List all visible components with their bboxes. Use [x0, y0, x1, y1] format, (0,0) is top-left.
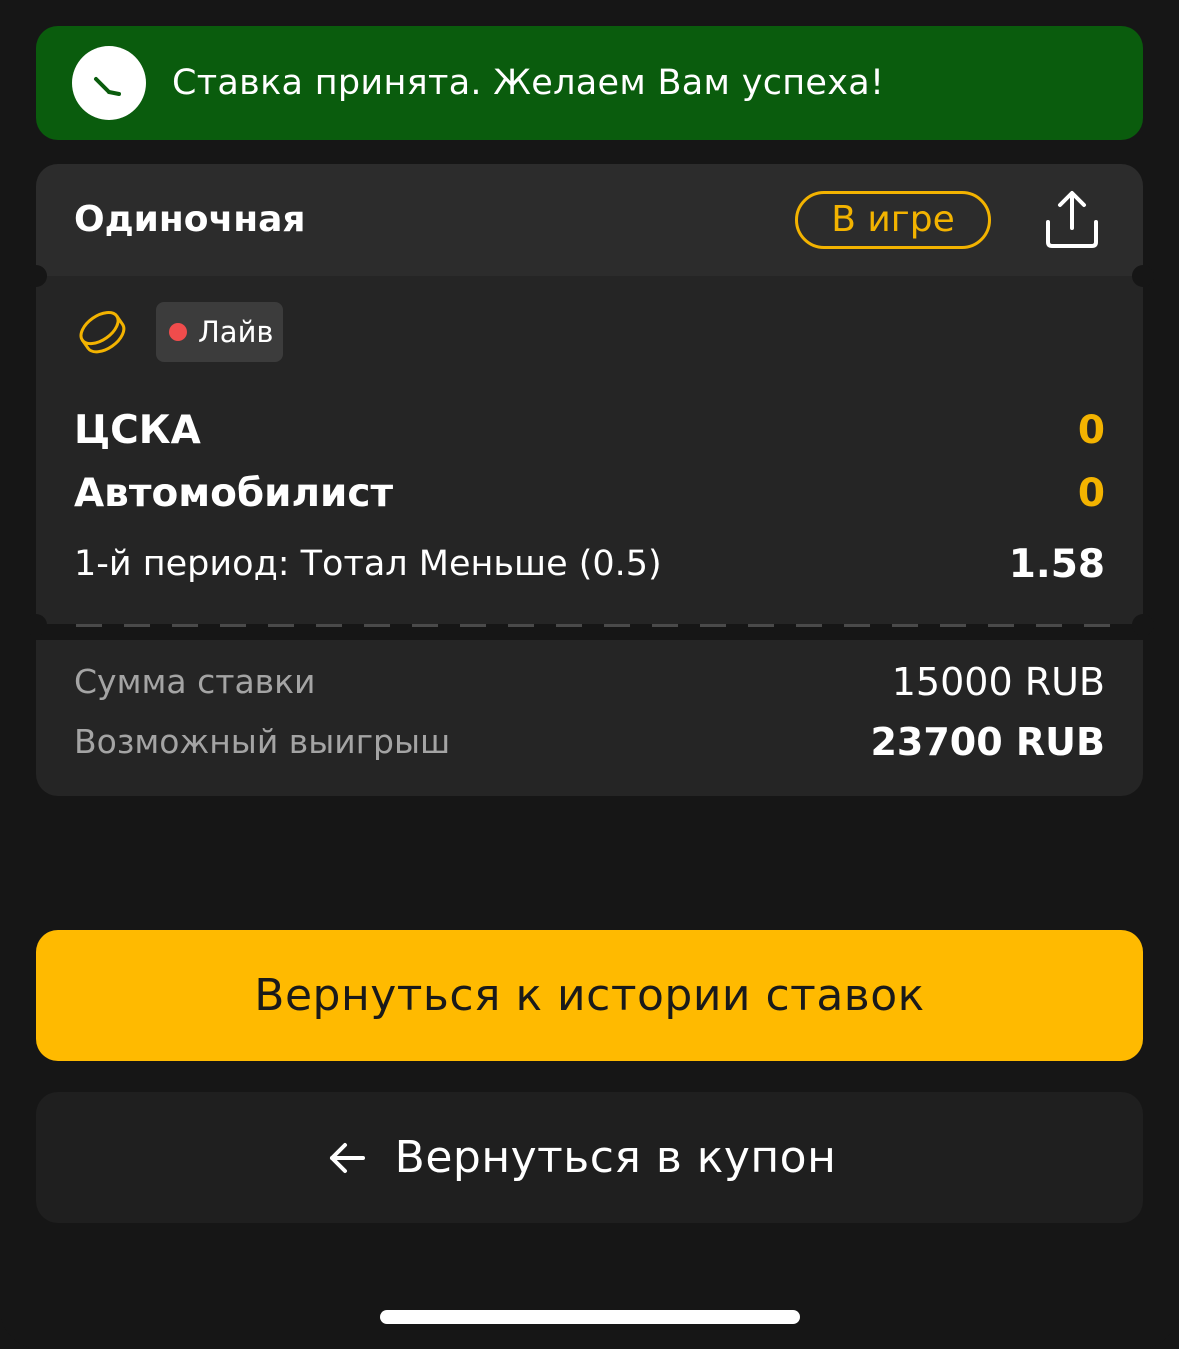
share-icon[interactable] — [1040, 188, 1104, 252]
back-to-history-button[interactable]: Вернуться к истории ставок — [36, 930, 1143, 1061]
back-to-coupon-button[interactable]: Вернуться в купон — [36, 1092, 1143, 1223]
possible-win-value: 23700 RUB — [870, 720, 1105, 764]
bet-card-footer: Сумма ставки 15000 RUB Возможный выигрыш… — [36, 640, 1143, 796]
back-to-coupon-label: Вернуться в купон — [394, 1132, 837, 1183]
team-away-name: Автомобилист — [74, 471, 394, 516]
live-indicator-dot — [169, 323, 187, 341]
live-badge: Лайв — [156, 302, 283, 362]
status-badge: В игре — [795, 191, 991, 249]
hockey-puck-icon — [76, 306, 130, 360]
stake-label: Сумма ставки — [74, 662, 316, 701]
home-indicator[interactable] — [380, 1310, 800, 1324]
possible-win-label: Возможный выигрыш — [74, 722, 451, 761]
ticket-notch — [1132, 614, 1154, 636]
bet-market: 1-й период: Тотал Меньше (0.5) — [74, 544, 662, 584]
back-to-coupon-content: Вернуться в купон — [36, 1092, 1143, 1223]
stake-value: 15000 RUB — [891, 660, 1105, 704]
ticket-notch — [25, 265, 47, 287]
arrow-left-icon — [329, 1142, 365, 1173]
bet-odds: 1.58 — [1008, 542, 1105, 587]
bet-card-header: Одиночная В игре — [36, 164, 1143, 276]
clock-icon — [72, 46, 146, 120]
toast-message: Ставка принята. Желаем Вам успеха! — [172, 63, 885, 103]
success-toast: Ставка принята. Желаем Вам успеха! — [36, 26, 1143, 140]
ticket-notch — [25, 614, 47, 636]
bet-type-title: Одиночная — [74, 199, 306, 240]
team-home-score: 0 — [1077, 408, 1105, 453]
screen: Ставка принята. Желаем Вам успеха! Одино… — [0, 0, 1179, 1349]
live-label: Лайв — [198, 315, 274, 349]
team-home-name: ЦСКА — [74, 408, 201, 453]
bet-card-body: Лайв ЦСКА 0 Автомобилист 0 1-й период: Т… — [36, 276, 1143, 624]
ticket-notch — [1132, 265, 1154, 287]
dashed-divider — [76, 624, 1110, 627]
team-away-score: 0 — [1077, 471, 1105, 516]
